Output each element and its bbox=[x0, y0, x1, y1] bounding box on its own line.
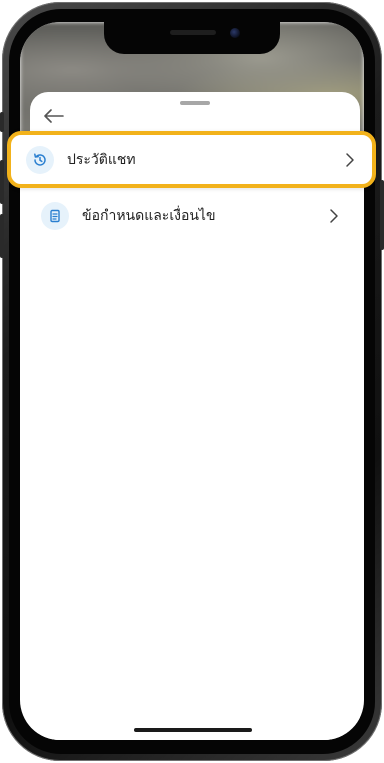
highlighted-menu-item-chat-history[interactable]: ประวัติแชท bbox=[7, 131, 376, 188]
screen: ประวัติแชท ข้อกำหนดและเงื่อนไข bbox=[20, 22, 364, 740]
chevron-right-icon bbox=[326, 208, 342, 224]
mute-switch bbox=[0, 112, 4, 132]
front-camera bbox=[230, 28, 240, 38]
history-icon bbox=[26, 145, 54, 174]
power-button bbox=[380, 180, 384, 250]
arrow-left-icon bbox=[44, 109, 64, 123]
home-indicator[interactable] bbox=[134, 728, 252, 732]
volume-up-button bbox=[0, 160, 4, 204]
menu-item-label: ข้อกำหนดและเงื่อนไข bbox=[82, 208, 216, 224]
volume-down-button bbox=[0, 214, 4, 258]
menu-item-terms-conditions[interactable]: ข้อกำหนดและเงื่อนไข bbox=[30, 190, 360, 242]
bottom-sheet: ประวัติแชท ข้อกำหนดและเงื่อนไข bbox=[30, 92, 360, 740]
sheet-grabber[interactable] bbox=[180, 101, 210, 105]
document-icon bbox=[41, 202, 69, 230]
chevron-right-icon bbox=[342, 152, 358, 168]
earpiece-speaker bbox=[170, 30, 216, 35]
back-button[interactable] bbox=[40, 104, 68, 128]
menu-item-label: ประวัติแชท bbox=[67, 151, 136, 168]
device-stage: ประวัติแชท ข้อกำหนดและเงื่อนไข bbox=[0, 0, 384, 763]
notch bbox=[104, 22, 280, 54]
